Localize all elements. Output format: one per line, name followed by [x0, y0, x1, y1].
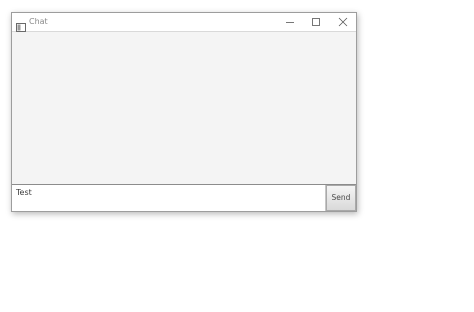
window-app-icon	[16, 17, 26, 32]
minimize-icon	[286, 22, 294, 23]
close-button[interactable]	[330, 13, 356, 31]
message-area[interactable]	[12, 32, 356, 185]
minimize-button[interactable]	[277, 13, 303, 31]
title-bar[interactable]: Chat	[12, 13, 356, 32]
close-icon	[338, 17, 348, 27]
window-title: Chat	[29, 17, 48, 26]
maximize-button[interactable]	[303, 13, 329, 31]
message-input[interactable]: Test	[12, 185, 326, 211]
maximize-icon	[312, 18, 320, 26]
send-button[interactable]: Send	[326, 185, 356, 211]
chat-window: Chat Test Send	[11, 12, 357, 212]
